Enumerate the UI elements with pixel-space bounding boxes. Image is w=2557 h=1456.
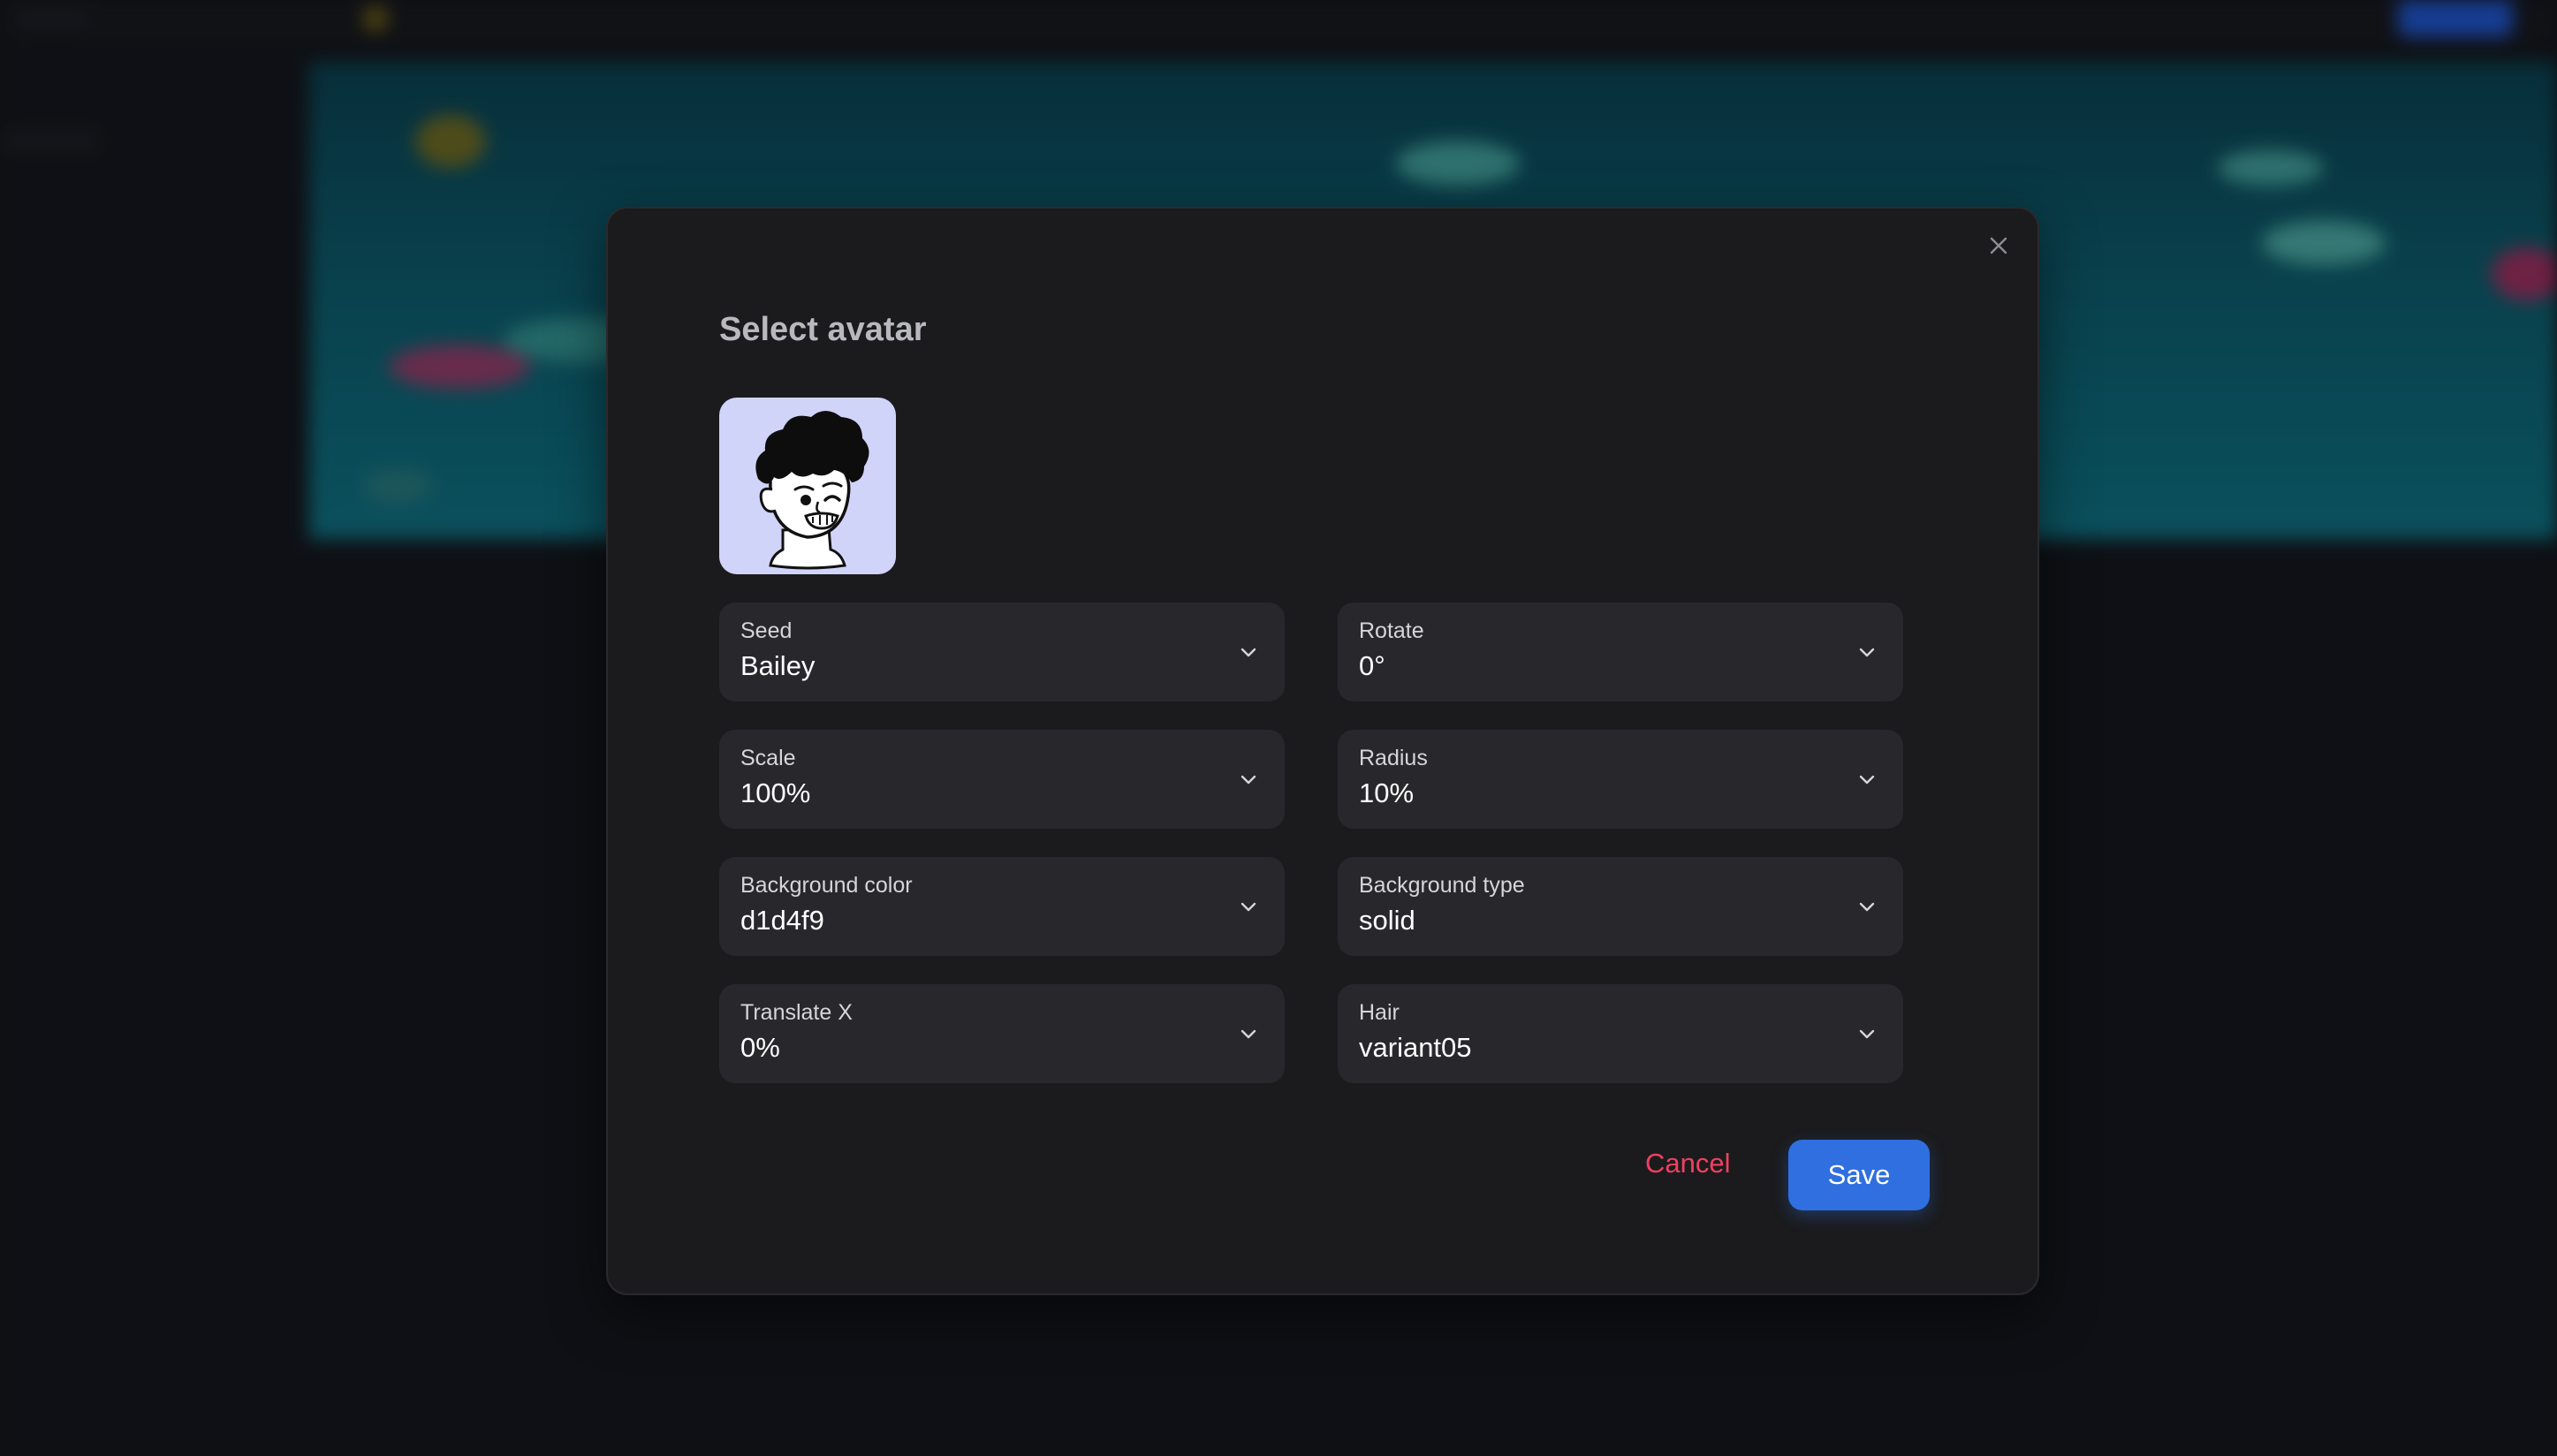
field-value: 0% [740, 1032, 780, 1063]
close-button[interactable] [1981, 228, 2016, 263]
field-label: Seed [740, 618, 793, 643]
field-value: Bailey [740, 650, 816, 681]
scale-select[interactable]: Scale 100% [719, 730, 1285, 829]
avatar-face-icon [719, 398, 896, 574]
field-label: Translate X [740, 1000, 853, 1025]
chevron-down-icon [1241, 1029, 1256, 1039]
save-button[interactable]: Save [1788, 1140, 1930, 1210]
chevron-down-icon [1241, 902, 1256, 912]
chevron-down-icon [1859, 1029, 1875, 1039]
select-avatar-dialog: Select avatar Seed Bailey Rotate 0° Scal… [606, 207, 2039, 1295]
field-value: 0° [1359, 650, 1385, 681]
seed-select[interactable]: Seed Bailey [719, 603, 1285, 701]
close-icon [1990, 237, 2007, 254]
field-value: 100% [740, 777, 811, 808]
field-label: Background color [740, 873, 913, 898]
field-label: Hair [1359, 1000, 1400, 1025]
field-value: 10% [1359, 777, 1415, 808]
avatar-preview [719, 398, 896, 574]
chevron-down-icon [1859, 902, 1875, 912]
chevron-down-icon [1241, 775, 1256, 785]
field-label: Radius [1359, 746, 1428, 770]
chevron-down-icon [1859, 775, 1875, 785]
field-value: variant05 [1359, 1032, 1472, 1063]
avatar-options-grid: Seed Bailey Rotate 0° Scale 100% Radius … [719, 603, 1903, 1083]
chevron-down-icon [1859, 648, 1875, 657]
hair-select[interactable]: Hair variant05 [1338, 984, 1903, 1083]
chevron-down-icon [1241, 648, 1256, 657]
background-color-select[interactable]: Background color d1d4f9 [719, 857, 1285, 956]
background-type-select[interactable]: Background type solid [1338, 857, 1903, 956]
field-label: Scale [740, 746, 796, 770]
field-label: Background type [1359, 873, 1525, 898]
cancel-button[interactable]: Cancel [1636, 1140, 1740, 1187]
dialog-title: Select avatar [719, 311, 927, 348]
translate-x-select[interactable]: Translate X 0% [719, 984, 1285, 1083]
field-value: d1d4f9 [740, 905, 824, 936]
radius-select[interactable]: Radius 10% [1338, 730, 1903, 829]
field-label: Rotate [1359, 618, 1424, 643]
field-value: solid [1359, 905, 1415, 936]
rotate-select[interactable]: Rotate 0° [1338, 603, 1903, 701]
